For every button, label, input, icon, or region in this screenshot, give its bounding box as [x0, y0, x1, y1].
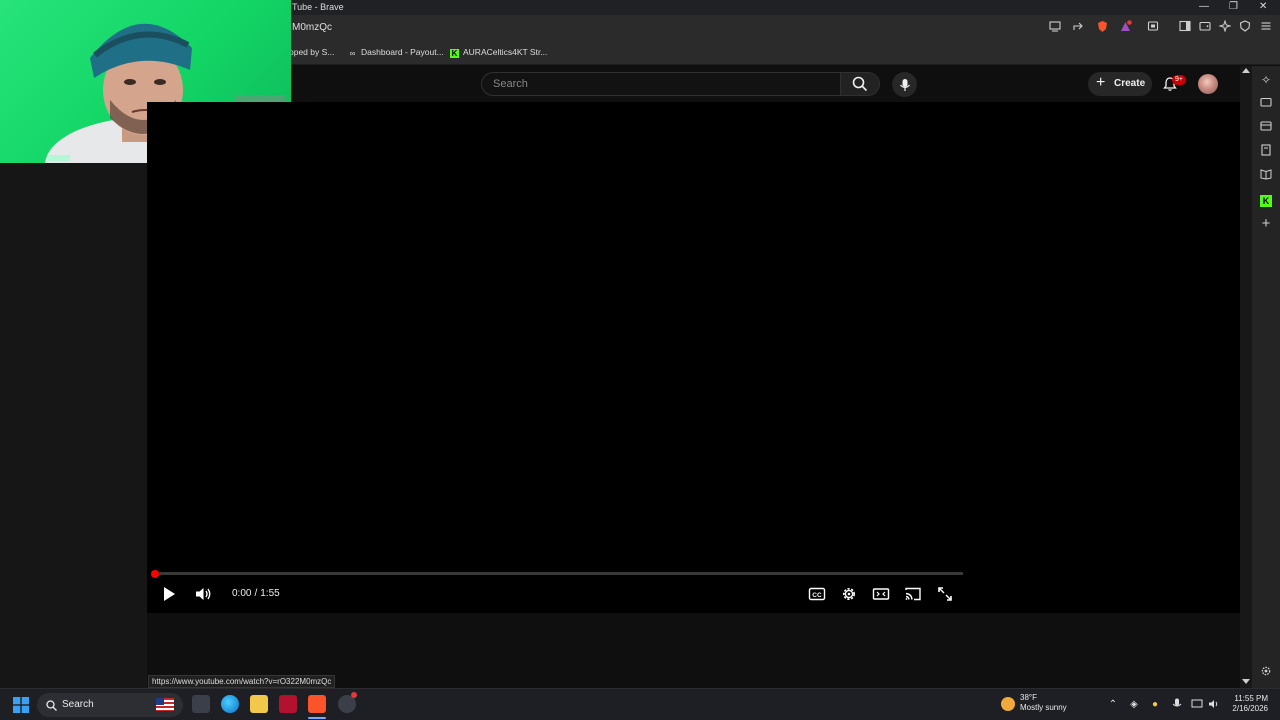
sidebar-toggle-icon[interactable] [1178, 20, 1192, 34]
active-app-indicator [308, 717, 326, 719]
clock[interactable]: 11:55 PM 2/16/2026 [1224, 694, 1268, 714]
captions-button[interactable]: CC [807, 584, 827, 604]
bookmark-item[interactable]: ∞ Dashboard - Payout... [348, 47, 444, 58]
add-panel-icon[interactable]: + [1258, 216, 1274, 232]
current-time: 0:00 [232, 588, 252, 599]
kick-icon: K [450, 49, 459, 58]
minimize-button[interactable]: — [1199, 1, 1209, 12]
wallet-icon[interactable] [1198, 20, 1212, 34]
gear-icon [843, 588, 855, 600]
duration: 1:55 [260, 588, 280, 599]
cast-button[interactable] [903, 584, 923, 604]
gear-icon[interactable] [1258, 665, 1274, 681]
search-icon [852, 76, 868, 92]
windows-taskbar: Search 38°F Mostly sunny ⌃ ◈ ● 11:55 PM … [0, 688, 1280, 720]
svg-text:CC: CC [812, 592, 822, 599]
volume-button[interactable] [193, 584, 213, 604]
bookmark-item[interactable]: pped by S... [289, 47, 334, 57]
windows-start-button[interactable] [13, 697, 29, 713]
search-placeholder: Search [493, 78, 528, 90]
address-url-text[interactable]: M0mzQc [292, 22, 332, 33]
wallet-alt-icon[interactable] [1258, 120, 1274, 136]
link-icon: ∞ [349, 49, 356, 58]
clock-time: 11:55 PM [1234, 694, 1268, 703]
brave-icon[interactable] [308, 695, 326, 713]
bookmark-item[interactable]: K AURACeltics4KT Str... [450, 47, 547, 58]
recording-indicator [351, 692, 357, 698]
weather-widget[interactable]: 38°F Mostly sunny [1020, 693, 1067, 713]
taskbar-search[interactable]: Search [37, 693, 183, 717]
leo-ai-icon[interactable] [1218, 19, 1232, 34]
flag-icon [156, 698, 174, 711]
edge-icon[interactable] [221, 695, 239, 713]
restore-button[interactable]: ❐ [1229, 1, 1238, 12]
bookmark-label: pped by S... [289, 47, 335, 57]
notification-badge: 9+ [1172, 75, 1186, 85]
cast-icon [905, 587, 921, 601]
network-app-icon[interactable]: ◈ [1127, 698, 1141, 712]
brave-shields-icon[interactable] [1095, 20, 1109, 34]
avatar[interactable] [1198, 74, 1218, 94]
create-button[interactable]: + Create [1088, 72, 1152, 96]
kick-icon[interactable]: K [1258, 192, 1274, 208]
tray-app-icon[interactable]: ● [1148, 698, 1162, 712]
microphone-icon[interactable] [1170, 698, 1184, 712]
speaker-icon[interactable] [1207, 698, 1221, 712]
browser-sidebar: ✧ K + [1252, 66, 1280, 688]
clock-date: 2/16/2026 [1232, 704, 1268, 713]
left-empty-area [0, 163, 147, 688]
task-view-icon[interactable] [192, 695, 210, 713]
video-player[interactable]: 0:00/1:55 CC [147, 102, 1240, 613]
scroll-down-arrow[interactable] [1242, 679, 1250, 684]
window-title: Tube - Brave [292, 2, 344, 12]
page-scrollbar[interactable] [1240, 66, 1252, 688]
scrubber-handle[interactable] [151, 569, 159, 578]
adobe-app-icon[interactable] [279, 695, 297, 713]
reading-list-icon[interactable] [1258, 168, 1274, 184]
bookmark-label: AURACeltics4KT Str... [463, 47, 548, 57]
link-preview-url: https://www.youtube.com/watch?v=rO322M0m… [148, 675, 336, 688]
captions-icon: CC [808, 587, 826, 601]
search-icon [46, 699, 57, 711]
bookmark-label: Dashboard - Payout... [361, 47, 444, 57]
weather-temp: 38°F [1020, 693, 1037, 702]
sun-icon [1001, 697, 1015, 711]
vpn-icon[interactable] [1238, 20, 1252, 34]
settings-button[interactable] [839, 584, 859, 604]
play-button[interactable] [159, 584, 179, 604]
fullscreen-button[interactable] [935, 584, 955, 604]
weather-desc: Mostly sunny [1020, 703, 1067, 712]
chevron-up-icon[interactable]: ⌃ [1106, 698, 1120, 712]
leo-ai-icon[interactable]: ✧ [1258, 72, 1274, 88]
taskbar-search-label: Search [62, 699, 94, 710]
windows-logo-icon [13, 697, 29, 713]
share-icon[interactable] [1071, 20, 1085, 34]
time-separator: / [254, 588, 258, 599]
theater-mode-button[interactable] [871, 584, 891, 604]
progress-bar[interactable] [151, 569, 963, 578]
play-icon [164, 587, 175, 601]
time-display: 0:00/1:55 [232, 588, 280, 599]
theater-mode-icon [872, 588, 890, 600]
bookmarks-icon[interactable] [1258, 144, 1274, 160]
brave-rewards-icon[interactable] [1118, 20, 1132, 34]
plus-icon: + [1096, 74, 1106, 91]
fullscreen-icon [938, 587, 952, 601]
voice-search-button[interactable] [892, 72, 917, 97]
file-explorer-icon[interactable] [250, 695, 268, 713]
wallet-icon[interactable] [1258, 96, 1274, 112]
close-button[interactable]: ✕ [1259, 1, 1267, 12]
volume-icon [196, 588, 211, 600]
microphone-icon [899, 78, 910, 91]
display-icon[interactable] [1190, 698, 1204, 712]
search-button[interactable] [840, 72, 880, 96]
menu-icon[interactable] [1259, 20, 1273, 34]
extensions-icon[interactable] [1146, 20, 1160, 34]
cast-icon[interactable] [1048, 20, 1062, 34]
search-input[interactable]: Search [481, 72, 841, 96]
scroll-up-arrow[interactable] [1242, 68, 1250, 73]
create-label: Create [1114, 78, 1146, 89]
